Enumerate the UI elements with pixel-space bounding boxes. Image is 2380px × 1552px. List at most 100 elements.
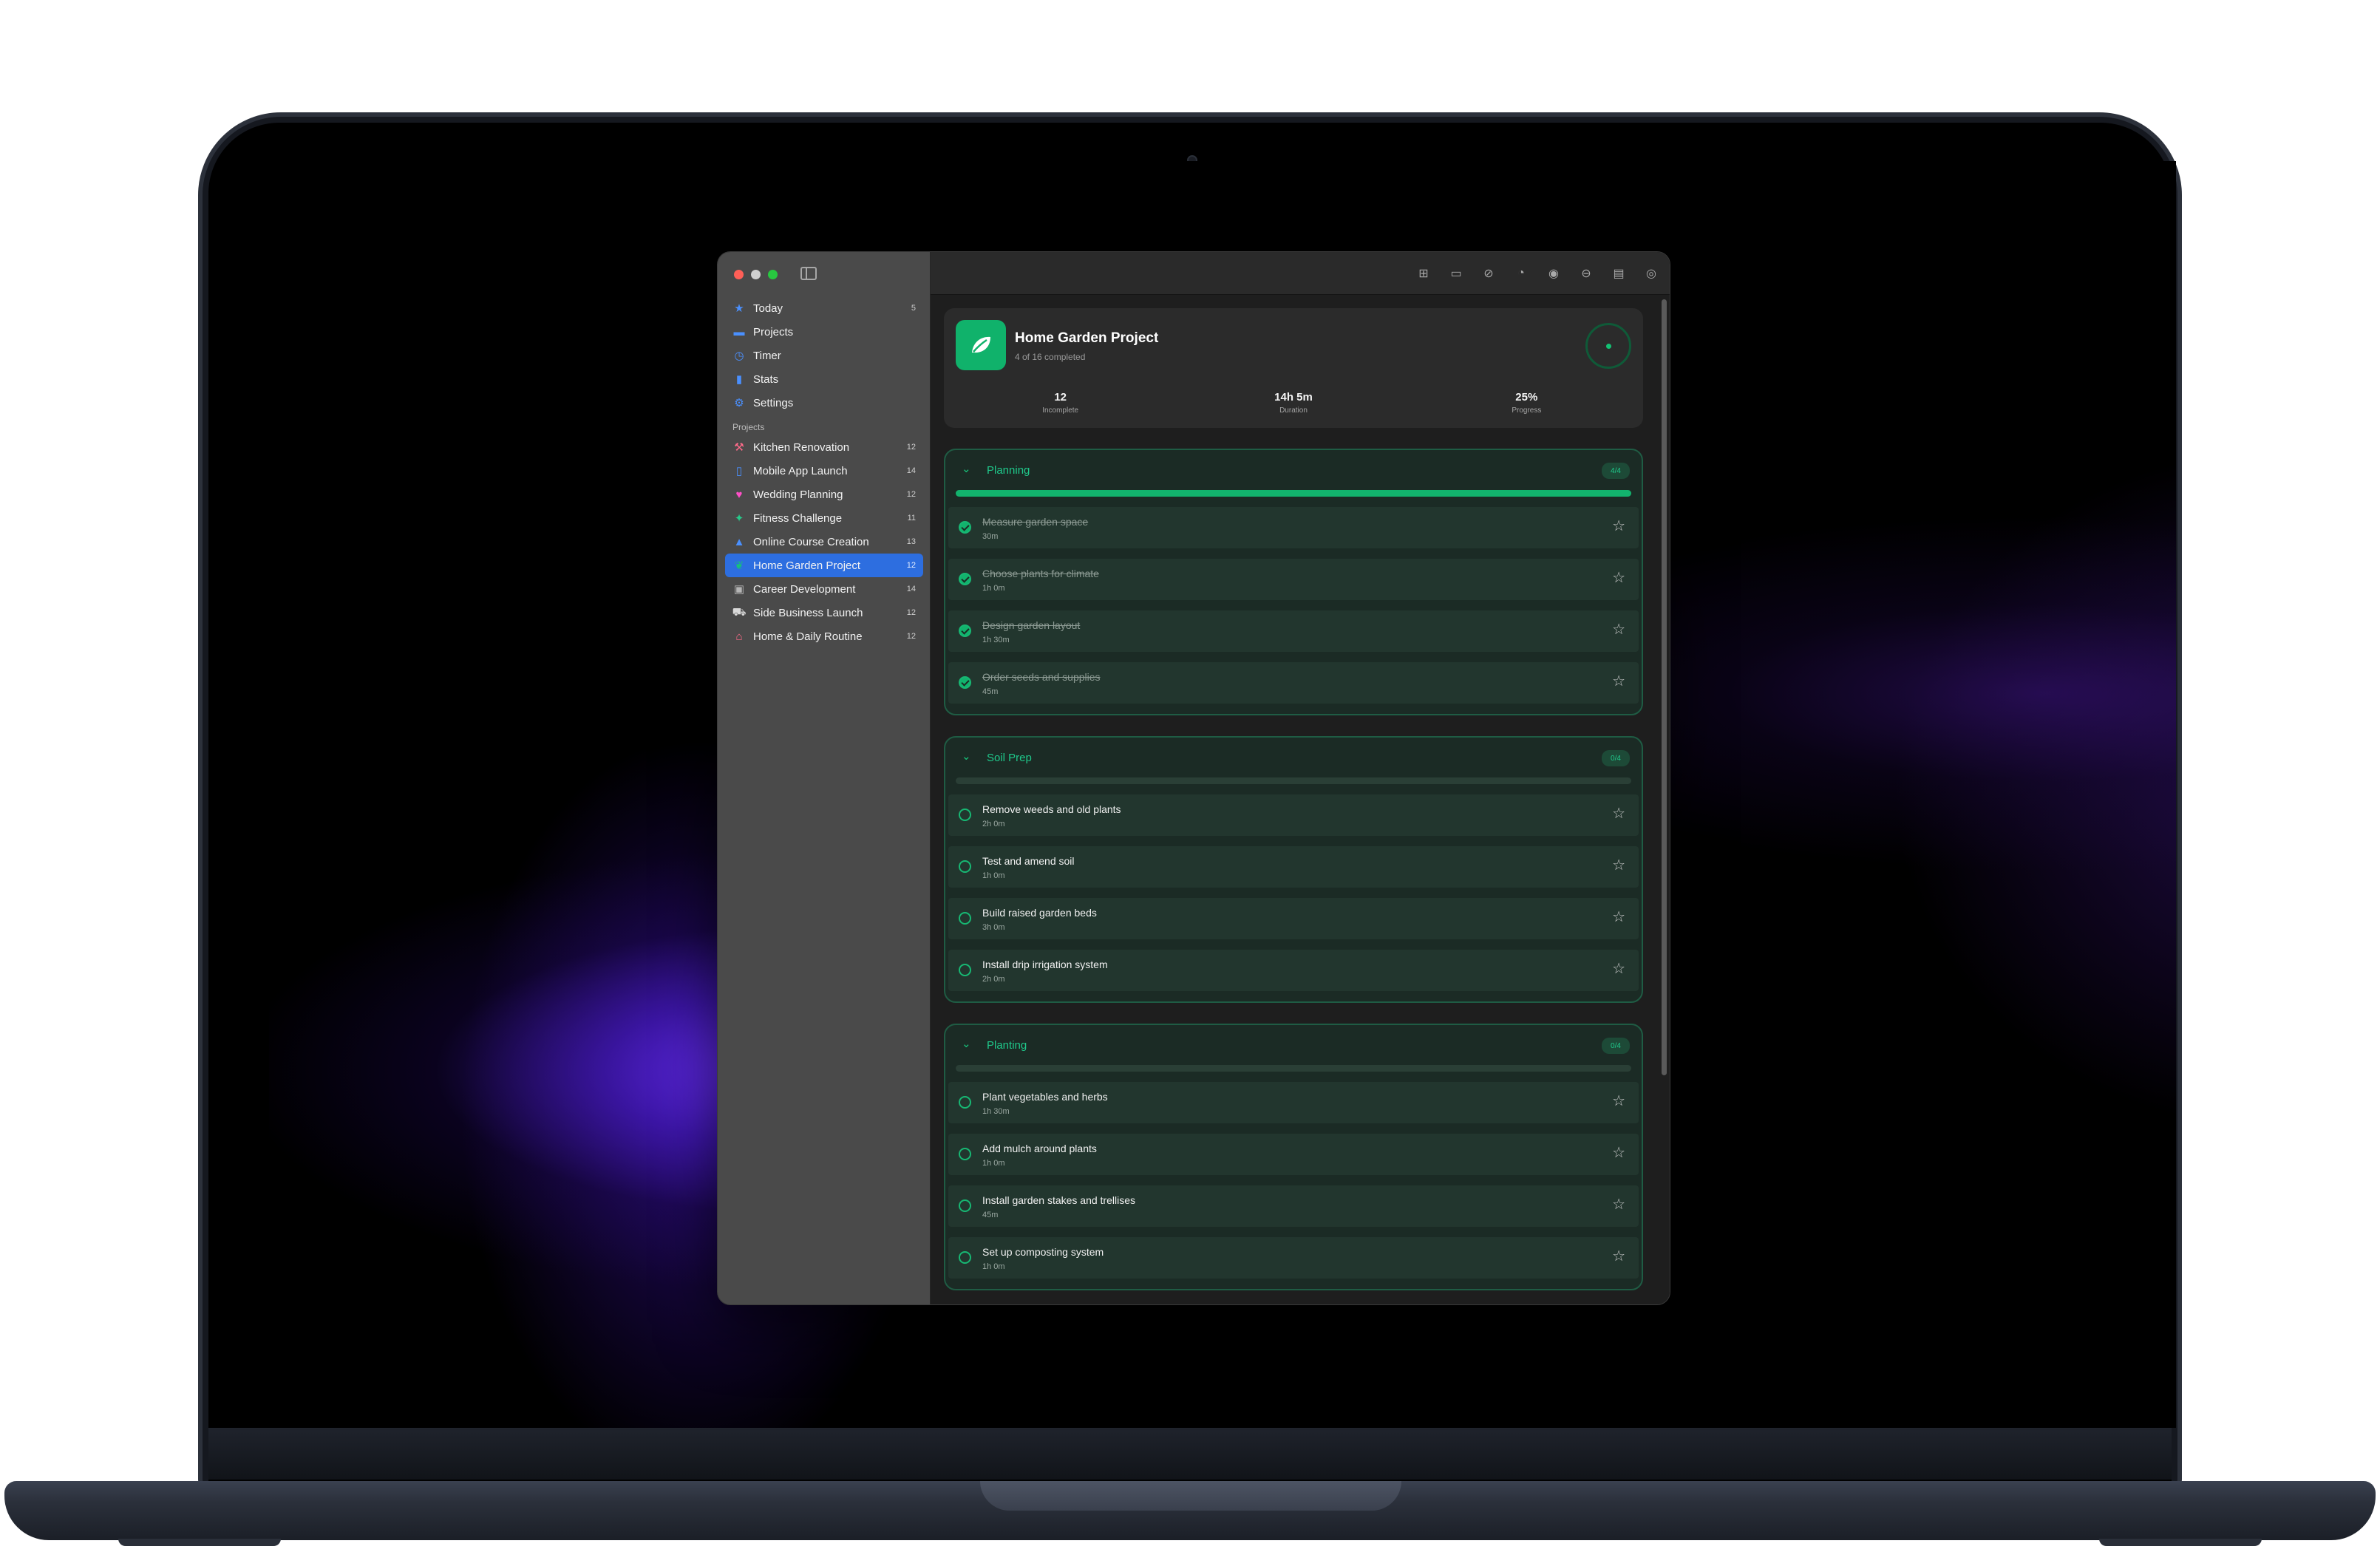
star-icon[interactable]: ☆ — [1612, 1143, 1625, 1162]
add-task-icon[interactable]: ⊞ — [1415, 265, 1432, 282]
close-window-button[interactable] — [734, 270, 744, 279]
chevron-down-icon[interactable]: ⌄ — [962, 749, 971, 763]
task-groups: ⌄ Planning 4/4 Measure garden space 30m ☆ Choo… — [944, 449, 1643, 1290]
laptop-foot-left — [118, 1539, 281, 1546]
group-count-badge: 0/4 — [1602, 750, 1630, 766]
new-folder-icon[interactable]: ▭ — [1448, 265, 1464, 282]
completed-checkbox[interactable] — [959, 573, 971, 585]
task-row[interactable]: Remove weeds and old plants 2h 0m ☆ — [948, 794, 1639, 836]
sidebar-item-label: Settings — [753, 396, 794, 409]
sidebar-item-today[interactable]: ★ Today 5 — [725, 296, 923, 320]
task-duration: 1h 0m — [982, 1262, 1005, 1271]
sidebar-item-label: Home Garden Project — [753, 559, 861, 572]
task-duration: 1h 0m — [982, 584, 1005, 593]
sidebar-toggle-icon[interactable] — [800, 267, 817, 280]
sidebar-project-fitness-challenge[interactable]: ✦ Fitness Challenge 11 — [725, 506, 923, 530]
star-icon[interactable]: ☆ — [1612, 672, 1625, 690]
task-checkbox[interactable] — [959, 809, 971, 821]
star-icon[interactable]: ☆ — [1612, 1195, 1625, 1214]
sidebar-project-home-daily-routine[interactable]: ⌂ Home & Daily Routine 12 — [725, 624, 923, 648]
chevron-down-icon[interactable]: ⌄ — [962, 462, 971, 475]
progress-ring — [1585, 323, 1631, 369]
completed-checkbox[interactable] — [959, 521, 971, 534]
task-checkbox[interactable] — [959, 1148, 971, 1160]
sidebar-project-home-garden-project[interactable]: ❦ Home Garden Project 12 — [725, 554, 923, 577]
hammer-icon: ⚒ — [734, 441, 744, 454]
task-checkbox[interactable] — [959, 1251, 971, 1264]
task-checkbox[interactable] — [959, 1199, 971, 1212]
sidebar-project-kitchen-renovation[interactable]: ⚒ Kitchen Renovation 12 — [725, 435, 923, 459]
stat-value: 12 — [1054, 391, 1067, 404]
task-row[interactable]: Choose plants for climate 1h 0m ☆ — [948, 559, 1639, 600]
task-row[interactable]: Set up composting system 1h 0m ☆ — [948, 1237, 1639, 1279]
star-icon[interactable]: ☆ — [1612, 856, 1625, 874]
bar-chart-icon: ▮ — [735, 373, 743, 386]
task-row[interactable]: Design garden layout 1h 30m ☆ — [948, 610, 1639, 652]
task-row[interactable]: Order seeds and supplies 45m ☆ — [948, 662, 1639, 704]
graduation-cap-icon: ▲ — [733, 535, 745, 548]
archive-icon[interactable]: ▤ — [1611, 265, 1627, 282]
main-nav-list: ★ Today 5 ▬ Projects ◷ Timer ▮ Stats ⚙ Settings — [725, 296, 923, 415]
group-title: Planning — [987, 464, 1030, 477]
sidebar-project-wedding-planning[interactable]: ♥ Wedding Planning 12 — [725, 483, 923, 506]
star-icon[interactable]: ☆ — [1612, 620, 1625, 639]
group-header[interactable]: ⌄ Planting 0/4 — [945, 1025, 1642, 1065]
star-icon[interactable]: ☆ — [1612, 1247, 1625, 1265]
sidebar-item-count: 5 — [911, 304, 916, 313]
task-checkbox[interactable] — [959, 860, 971, 873]
sidebar-item-label: Today — [753, 302, 783, 315]
star-icon[interactable]: ☆ — [1612, 1092, 1625, 1110]
sidebar-item-timer[interactable]: ◷ Timer — [725, 344, 923, 367]
chevron-down-icon[interactable]: ⌄ — [962, 1037, 971, 1050]
completed-checkbox[interactable] — [959, 624, 971, 637]
sidebar-item-label: Wedding Planning — [753, 488, 843, 501]
record-icon[interactable]: ◉ — [1546, 265, 1562, 282]
app-window: ★ Today 5 ▬ Projects ◷ Timer ▮ Stats ⚙ Settings Pr… — [717, 251, 1670, 1305]
task-row[interactable]: Plant vegetables and herbs 1h 30m ☆ — [948, 1082, 1639, 1123]
sidebar-project-side-business-launch[interactable]: ⛟ Side Business Launch 12 — [725, 601, 923, 624]
star-icon[interactable]: ☆ — [1612, 908, 1625, 926]
runner-icon: ✦ — [734, 512, 744, 525]
toolbar: ⊞ ▭ ⊘ ◔ ◉ ⊖ ▤ ◎ — [931, 252, 1670, 295]
star-icon[interactable]: ☆ — [1612, 517, 1625, 535]
task-row[interactable]: Build raised garden beds 3h 0m ☆ — [948, 898, 1639, 939]
sidebar-item-label: Timer — [753, 349, 781, 362]
task-checkbox[interactable] — [959, 912, 971, 925]
task-duration: 1h 30m — [982, 636, 1010, 644]
minus-circle-icon[interactable]: ⊖ — [1578, 265, 1594, 282]
sidebar-item-projects[interactable]: ▬ Projects — [725, 320, 923, 344]
zoom-window-button[interactable] — [768, 270, 778, 279]
star-icon[interactable]: ☆ — [1612, 568, 1625, 587]
briefcase-icon: ▣ — [733, 583, 745, 596]
task-checkbox[interactable] — [959, 964, 971, 976]
sidebar-project-mobile-app-launch[interactable]: ▯ Mobile App Launch 14 — [725, 459, 923, 483]
completed-checkbox[interactable] — [959, 676, 971, 689]
task-row[interactable]: Test and amend soil 1h 0m ☆ — [948, 846, 1639, 888]
eye-icon[interactable]: ◎ — [1643, 265, 1659, 282]
timer-reset-icon[interactable]: ◔ — [1513, 265, 1529, 282]
sidebar-item-stats[interactable]: ▮ Stats — [725, 367, 923, 391]
task-row[interactable]: Install garden stakes and trellises 45m ☆ — [948, 1185, 1639, 1227]
scrollbar[interactable] — [1662, 299, 1667, 1075]
task-row[interactable]: Measure garden space 30m ☆ — [948, 507, 1639, 548]
project-stats: 12 Incomplete 14h 5m Duration 25% Progre… — [944, 391, 1643, 415]
star-icon[interactable]: ☆ — [1612, 804, 1625, 823]
task-checkbox[interactable] — [959, 1096, 971, 1109]
task-row[interactable]: Install drip irrigation system 2h 0m ☆ — [948, 950, 1639, 991]
sidebar-item-count: 12 — [906, 608, 916, 617]
task-row[interactable]: Add mulch around plants 1h 0m ☆ — [948, 1134, 1639, 1175]
stat-label: Duration — [1279, 406, 1308, 415]
sidebar-item-settings[interactable]: ⚙ Settings — [725, 391, 923, 415]
sidebar-project-career-development[interactable]: ▣ Career Development 14 — [725, 577, 923, 601]
project-header-card: Home Garden Project 4 of 16 completed 12… — [944, 308, 1643, 428]
sidebar-project-online-course-creation[interactable]: ▲ Online Course Creation 13 — [725, 530, 923, 554]
minimize-window-button[interactable] — [751, 270, 761, 279]
star-icon[interactable]: ☆ — [1612, 959, 1625, 978]
sidebar-item-count: 14 — [906, 585, 916, 593]
main-pane: ⊞ ▭ ⊘ ◔ ◉ ⊖ ▤ ◎ Home Garden Project 4 of 16 com… — [931, 252, 1670, 1304]
group-header[interactable]: ⌄ Soil Prep 0/4 — [945, 738, 1642, 777]
checkmark-circle-icon[interactable]: ⊘ — [1480, 265, 1497, 282]
project-completion-subtitle: 4 of 16 completed — [1015, 352, 1086, 362]
group-header[interactable]: ⌄ Planning 4/4 — [945, 450, 1642, 490]
sidebar-item-count: 12 — [906, 561, 916, 570]
